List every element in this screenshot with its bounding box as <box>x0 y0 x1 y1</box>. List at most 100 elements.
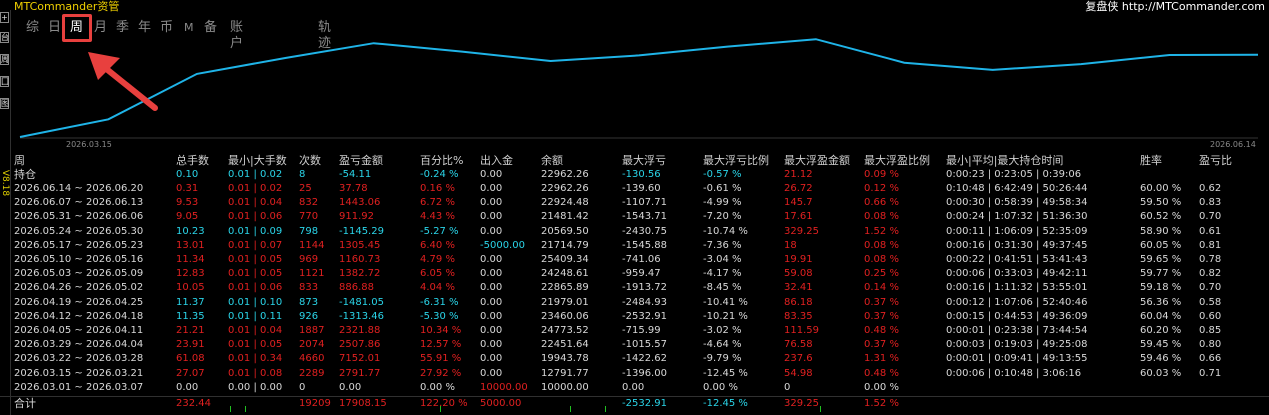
tab-year[interactable]: 年 <box>138 20 151 36</box>
cell-lots: 10.23 <box>176 225 205 237</box>
cell-pct: 6.40 % <box>420 239 455 251</box>
cell-balance: 25409.34 <box>541 254 589 265</box>
cell-max-gain: 83.35 <box>784 310 813 322</box>
cell-ratio: 0.71 <box>1199 367 1222 379</box>
tab-month[interactable]: 月 <box>94 20 107 36</box>
cell-period: 2026.05.10 ~ 2026.05.16 <box>14 254 144 265</box>
cell-max-gain-pct: 0.08 % <box>864 254 899 265</box>
col-max-loss[interactable]: 最大浮亏 <box>622 154 666 168</box>
cell-count: 1887 <box>299 325 325 336</box>
cell-max-loss: -959.47 <box>622 268 661 280</box>
cell-max-loss-pct: -12.45 % <box>703 367 748 379</box>
cell-balance: 23460.06 <box>541 310 589 322</box>
col-lots[interactable]: 总手数 <box>176 154 209 168</box>
table-row[interactable]: 2026.04.26 ~ 2026.05.02 10.05 0.01 | 0.06 8… <box>0 281 1269 295</box>
cell-max-loss-pct: 0.00 % <box>703 381 738 393</box>
cell-count: 798 <box>299 225 319 237</box>
tab-overview[interactable]: 综 <box>26 20 39 36</box>
cell-max-loss-pct: -10.41 % <box>703 296 748 308</box>
cell-balance: 22924.48 <box>541 197 589 209</box>
cell-hold: 0:00:22 | 0:41:51 | 53:41:43 <box>946 254 1088 265</box>
cell-lots: 27.07 <box>176 367 205 379</box>
table-row[interactable]: 2026.05.10 ~ 2026.05.16 11.34 0.01 | 0.05 9… <box>0 253 1269 267</box>
cell-hold-time: 0:00:23 | 0:23:05 | 0:39:06 <box>946 169 1082 180</box>
col-ratio[interactable]: 盈亏比 <box>1199 154 1232 168</box>
cell-io: 0.00 <box>480 225 503 237</box>
cell-pnl: -1145.29 <box>339 225 384 237</box>
tab-m[interactable]: M <box>184 20 194 36</box>
cell-period: 2026.03.01 ~ 2026.03.07 <box>14 381 144 393</box>
col-win-rate[interactable]: 胜率 <box>1140 154 1162 168</box>
cell-max-gain: 86.18 <box>784 296 813 308</box>
col-max-gain-pct[interactable]: 最大浮盈比例 <box>864 154 930 168</box>
cell-hold: 0:00:16 | 0:31:30 | 49:37:45 <box>946 239 1088 251</box>
table-row[interactable]: 2026.06.07 ~ 2026.06.13 9.53 0.01 | 0.04 83… <box>0 196 1269 210</box>
cell-hold: 0:00:06 | 0:33:03 | 49:42:11 <box>946 268 1088 280</box>
cell-balance: 19943.78 <box>541 353 589 365</box>
col-count[interactable]: 次数 <box>299 154 321 168</box>
col-max-loss-pct[interactable]: 最大浮亏比例 <box>703 154 769 168</box>
cell-count: 832 <box>299 197 319 209</box>
table-row[interactable]: 2026.05.24 ~ 2026.05.30 10.23 0.01 | 0.09 7… <box>0 225 1269 239</box>
cell-max-gain-pct: 0.08 % <box>864 211 899 223</box>
cell-win: 60.20 % <box>1140 325 1182 336</box>
col-hold-time[interactable]: 最小|平均|最大持仓时间 <box>946 154 1063 168</box>
table-row[interactable]: 2026.04.12 ~ 2026.04.18 11.35 0.01 | 0.11 9… <box>0 310 1269 324</box>
cell-pnl: 1160.73 <box>339 254 381 265</box>
col-minmax[interactable]: 最小|大手数 <box>228 154 287 168</box>
cell-count: 2289 <box>299 367 325 379</box>
cell-max-loss: -139.60 <box>622 183 661 194</box>
table-row[interactable]: 2026.04.05 ~ 2026.04.11 21.21 0.01 | 0.04 1… <box>0 324 1269 338</box>
col-pnl[interactable]: 盈亏金额 <box>339 154 383 168</box>
cell-minmax: 0.01 | 0.04 <box>228 197 283 209</box>
table-row[interactable]: 2026.03.29 ~ 2026.04.04 23.91 0.01 | 0.05 2… <box>0 338 1269 352</box>
position-row[interactable]: 持仓 0.10 0.01 | 0.02 8 -54.11 -0.24 % 0.0… <box>0 168 1269 182</box>
cell-hold: 0:00:30 | 0:58:39 | 49:58:34 <box>946 197 1088 209</box>
cell-period: 2026.04.12 ~ 2026.04.18 <box>14 310 144 322</box>
table-row[interactable]: 2026.06.14 ~ 2026.06.20 0.31 0.01 | 0.02 25… <box>0 182 1269 196</box>
cell-minmax: 0.00 | 0.00 <box>228 381 283 393</box>
table-row[interactable]: 2026.03.15 ~ 2026.03.21 27.07 0.01 | 0.08 2… <box>0 367 1269 381</box>
tab-note[interactable]: 备 <box>204 20 217 36</box>
col-max-gain[interactable]: 最大浮盈金额 <box>784 154 850 168</box>
cell-minmax: 0.01 | 0.05 <box>228 339 283 351</box>
table-row[interactable]: 2026.04.19 ~ 2026.04.25 11.37 0.01 | 0.10 8… <box>0 296 1269 310</box>
cell-count: 969 <box>299 254 319 265</box>
col-period[interactable]: 周 <box>14 154 25 168</box>
cell-max-loss-pct: -7.36 % <box>703 239 742 251</box>
tab-quarter[interactable]: 季 <box>116 20 129 36</box>
scroll-tick <box>820 406 821 412</box>
tab-currency[interactable]: 币 <box>160 20 173 36</box>
col-io[interactable]: 出入金 <box>480 154 513 168</box>
cell-period: 2026.04.26 ~ 2026.05.02 <box>14 282 144 294</box>
table-row[interactable]: 2026.05.03 ~ 2026.05.09 12.83 0.01 | 0.05 1… <box>0 267 1269 281</box>
tab-day[interactable]: 日 <box>48 20 61 36</box>
cell-hold: 0:00:11 | 1:06:09 | 52:35:09 <box>946 225 1088 237</box>
cell-hold: 0:00:24 | 1:07:32 | 51:36:30 <box>946 211 1088 223</box>
table-row[interactable]: 2026.03.22 ~ 2026.03.28 61.08 0.01 | 0.34 4… <box>0 352 1269 366</box>
total-pct: 122.20 % <box>420 398 468 409</box>
col-pct[interactable]: 百分比% <box>420 154 463 168</box>
cell-lots: 9.53 <box>176 197 199 209</box>
total-label: 合计 <box>14 397 36 410</box>
cell-max-gain-pct: 0.37 % <box>864 296 899 308</box>
col-balance[interactable]: 余额 <box>541 154 563 168</box>
table-row[interactable]: 2026.05.31 ~ 2026.06.06 9.05 0.01 | 0.06 77… <box>0 210 1269 224</box>
cell-max-gain: 21.12 <box>784 169 813 180</box>
cell-max-gain-pct: 0.48 % <box>864 367 899 379</box>
cell-minmax: 0.01 | 0.07 <box>228 239 283 251</box>
total-max-loss-pct: -12.45 % <box>703 398 748 409</box>
cell-max-loss: -1913.72 <box>622 282 667 294</box>
cell-ratio: 0.58 <box>1199 296 1222 308</box>
cell-period: 2026.05.17 ~ 2026.05.23 <box>14 239 144 251</box>
cell-balance: 24773.52 <box>541 325 589 336</box>
cell-count: 833 <box>299 282 319 294</box>
cell-pct: 6.72 % <box>420 197 455 209</box>
cell-pct: -0.24 % <box>420 169 459 180</box>
tab-trail[interactable]: 轨迹 <box>318 20 331 52</box>
table-row[interactable]: 2026.05.17 ~ 2026.05.23 13.01 0.01 | 0.07 1… <box>0 239 1269 253</box>
table-row[interactable]: 2026.03.01 ~ 2026.03.07 0.00 0.00 | 0.00 0 0… <box>0 381 1269 395</box>
cell-ratio: 0.83 <box>1199 197 1222 209</box>
cell-max-gain: 237.6 <box>784 353 813 365</box>
tab-account[interactable]: 账户 <box>230 20 243 52</box>
